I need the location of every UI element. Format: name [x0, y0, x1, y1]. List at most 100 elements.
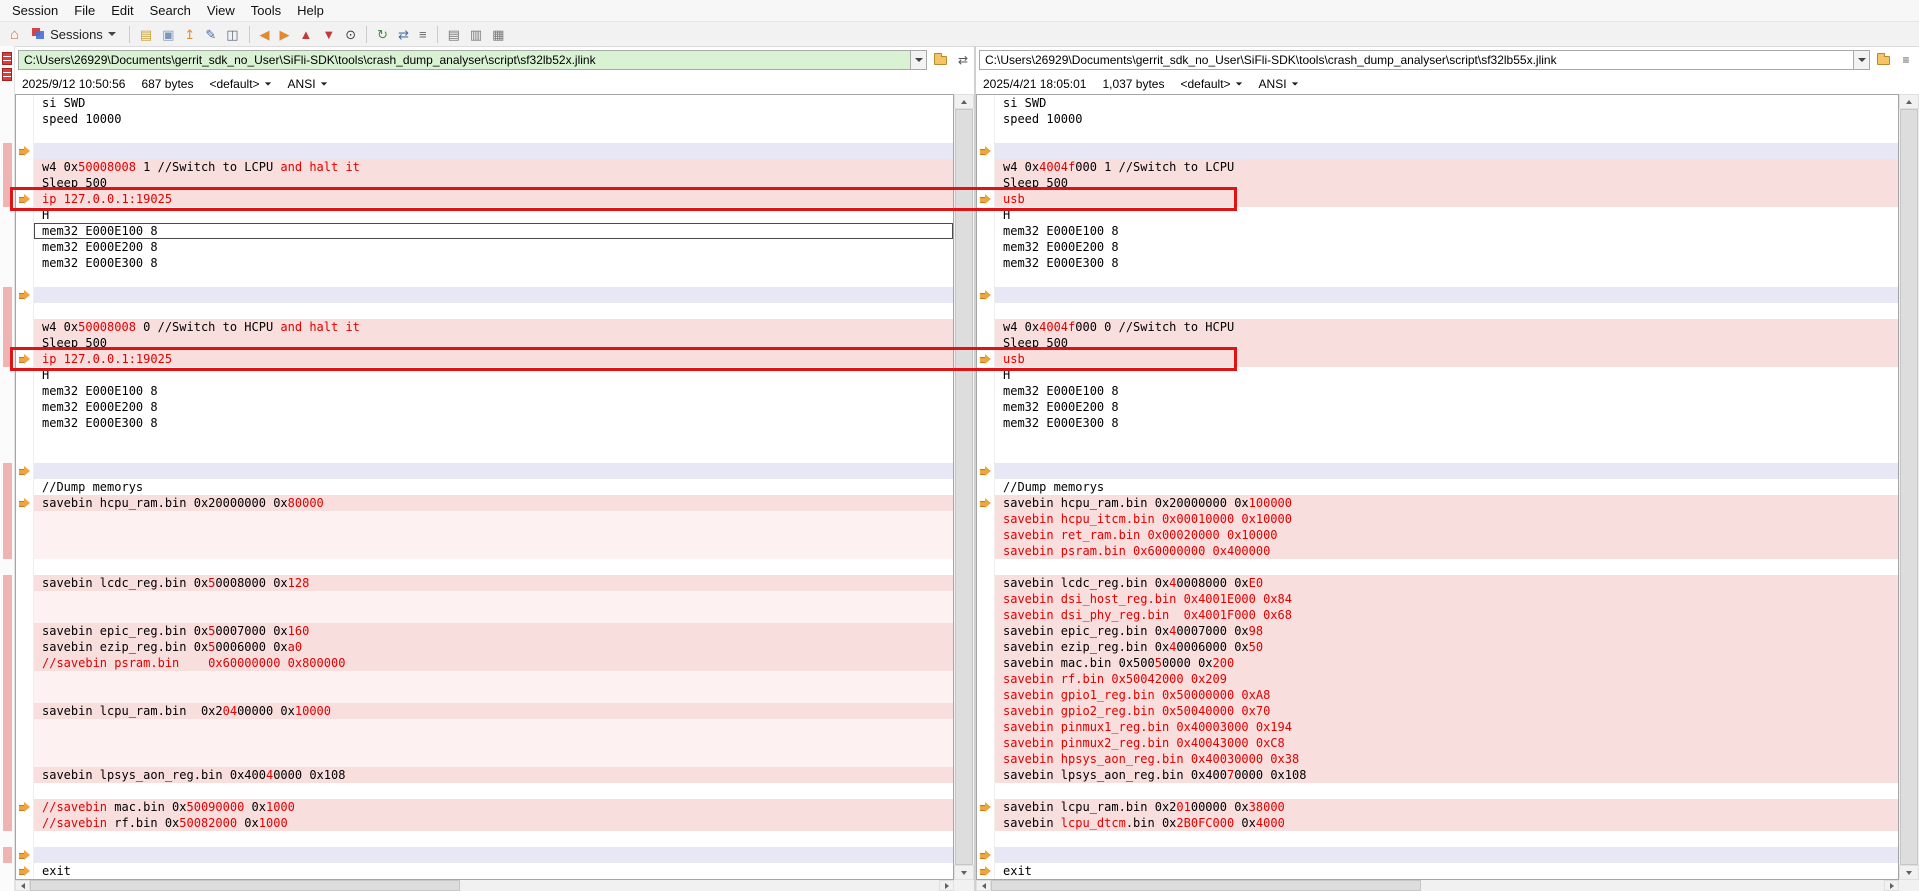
code-line[interactable]: mem32 E000E100 8: [34, 383, 953, 399]
left-swap-button[interactable]: ⇄: [953, 50, 973, 70]
refresh-button[interactable]: ↻: [372, 24, 393, 45]
code-line[interactable]: usb: [995, 351, 1898, 367]
menu-edit[interactable]: Edit: [103, 1, 141, 20]
code-line[interactable]: [34, 127, 953, 143]
code-line[interactable]: Sleep 500: [34, 335, 953, 351]
code-line[interactable]: si SWD: [995, 95, 1898, 111]
code-line[interactable]: savebin hcpu_ram.bin 0x20000000 0x100000: [995, 495, 1898, 511]
code-line[interactable]: [34, 847, 953, 863]
code-line[interactable]: savebin lcpu_ram.bin 0x20100000 0x38000: [995, 799, 1898, 815]
code-line[interactable]: [34, 831, 953, 847]
code-line[interactable]: [995, 303, 1898, 319]
right-path-input[interactable]: [979, 50, 1854, 70]
scrollbar-thumb[interactable]: [991, 880, 1421, 891]
code-line[interactable]: mem32 E000E100 8: [34, 223, 953, 239]
code-line[interactable]: w4 0x50008008 0 //Switch to HCPU and hal…: [34, 319, 953, 335]
code-line[interactable]: savebin dsi_host_reg.bin 0x4001E000 0x84: [995, 591, 1898, 607]
code-line[interactable]: [34, 447, 953, 463]
code-line[interactable]: [34, 783, 953, 799]
new-session-button[interactable]: ▣: [157, 24, 179, 45]
code-line[interactable]: w4 0x50008008 1 //Switch to LCPU and hal…: [34, 159, 953, 175]
code-line[interactable]: ip 127.0.0.1:19025: [34, 351, 953, 367]
code-line[interactable]: w4 0x4004f000 0 //Switch to HCPU: [995, 319, 1898, 335]
show-differences-button[interactable]: ▥: [465, 24, 487, 45]
code-line[interactable]: savebin ezip_reg.bin 0x40006000 0x50: [995, 639, 1898, 655]
code-line[interactable]: savebin lpsys_aon_reg.bin 0x40040000 0x1…: [34, 767, 953, 783]
code-line[interactable]: [34, 607, 953, 623]
swap-sides-button[interactable]: ⇄: [393, 24, 414, 45]
code-line[interactable]: H: [995, 207, 1898, 223]
next-difference-button[interactable]: ▼: [317, 24, 340, 45]
left-browse-button[interactable]: [930, 50, 950, 70]
scroll-left-button[interactable]: [976, 880, 991, 891]
code-line[interactable]: mem32 E000E300 8: [995, 415, 1898, 431]
scroll-up-button[interactable]: [1899, 94, 1919, 109]
right-browse-button[interactable]: [1873, 50, 1893, 70]
show-all-button[interactable]: ▤: [443, 24, 465, 45]
code-line[interactable]: savebin mac.bin 0x50050000 0x200: [995, 655, 1898, 671]
code-line[interactable]: [34, 751, 953, 767]
right-path-dropdown-button[interactable]: [1854, 50, 1870, 70]
code-line[interactable]: [995, 431, 1898, 447]
code-line[interactable]: mem32 E000E300 8: [995, 255, 1898, 271]
previous-difference-button[interactable]: ▲: [295, 24, 318, 45]
code-line[interactable]: mem32 E000E100 8: [995, 223, 1898, 239]
code-line[interactable]: savebin pinmux2_reg.bin 0x40043000 0xC8: [995, 735, 1898, 751]
code-line[interactable]: [34, 143, 953, 159]
code-line[interactable]: savebin gpio1_reg.bin 0x50000000 0xA8: [995, 687, 1898, 703]
code-line[interactable]: mem32 E000E200 8: [34, 239, 953, 255]
menu-help[interactable]: Help: [289, 1, 332, 20]
code-line[interactable]: savebin ezip_reg.bin 0x50006000 0xa0: [34, 639, 953, 655]
code-line[interactable]: savebin lcpu_dtcm.bin 0x2B0FC000 0x4000: [995, 815, 1898, 831]
left-encoding-dropdown[interactable]: ANSI: [288, 77, 328, 91]
code-line[interactable]: [34, 303, 953, 319]
code-line[interactable]: //Dump memorys: [34, 479, 953, 495]
edit-paths-button[interactable]: ✎: [200, 24, 221, 45]
code-line[interactable]: [995, 559, 1898, 575]
code-line[interactable]: mem32 E000E100 8: [995, 383, 1898, 399]
code-line[interactable]: [34, 671, 953, 687]
menu-file[interactable]: File: [66, 1, 103, 20]
scroll-left-button[interactable]: [15, 880, 30, 891]
code-line[interactable]: [995, 783, 1898, 799]
code-line[interactable]: H: [34, 367, 953, 383]
code-line[interactable]: usb: [995, 191, 1898, 207]
code-line[interactable]: savebin lpsys_aon_reg.bin 0x40070000 0x1…: [995, 767, 1898, 783]
code-line[interactable]: savebin lcpu_ram.bin 0x20400000 0x10000: [34, 703, 953, 719]
right-format-dropdown[interactable]: <default>: [1180, 77, 1242, 91]
scrollbar-thumb[interactable]: [1900, 109, 1918, 865]
left-text-area[interactable]: si SWDspeed 10000w4 0x50008008 1 //Switc…: [34, 95, 953, 879]
code-line[interactable]: //savebin rf.bin 0x50082000 0x1000: [34, 815, 953, 831]
code-line[interactable]: savebin lcdc_reg.bin 0x50008000 0x128: [34, 575, 953, 591]
code-line[interactable]: si SWD: [34, 95, 953, 111]
code-line[interactable]: [34, 287, 953, 303]
code-line[interactable]: //savebin psram.bin 0x60000000 0x800000: [34, 655, 953, 671]
code-line[interactable]: savebin dsi_phy_reg.bin 0x4001F000 0x68: [995, 607, 1898, 623]
code-line[interactable]: //Dump memorys: [995, 479, 1898, 495]
code-line[interactable]: Sleep 500: [34, 175, 953, 191]
code-line[interactable]: savebin lcdc_reg.bin 0x40008000 0xE0: [995, 575, 1898, 591]
code-line[interactable]: exit: [34, 863, 953, 879]
code-line[interactable]: savebin ret_ram.bin 0x00020000 0x10000: [995, 527, 1898, 543]
left-horizontal-scrollbar[interactable]: [15, 880, 954, 891]
code-line[interactable]: [34, 687, 953, 703]
code-line[interactable]: [34, 735, 953, 751]
scroll-up-button[interactable]: [954, 94, 974, 109]
code-line[interactable]: H: [34, 207, 953, 223]
code-line[interactable]: [34, 559, 953, 575]
save-session-button[interactable]: ◫: [221, 24, 243, 45]
left-path-input[interactable]: [18, 50, 911, 70]
code-line[interactable]: mem32 E000E300 8: [34, 415, 953, 431]
code-line[interactable]: ip 127.0.0.1:19025: [34, 191, 953, 207]
code-line[interactable]: [34, 511, 953, 527]
right-vertical-scrollbar[interactable]: [1899, 94, 1919, 880]
code-line[interactable]: [34, 719, 953, 735]
code-line[interactable]: [995, 463, 1898, 479]
diff-location-strip[interactable]: [0, 46, 15, 891]
menu-view[interactable]: View: [199, 1, 243, 20]
right-encoding-dropdown[interactable]: ANSI: [1259, 77, 1299, 91]
code-line[interactable]: exit: [995, 863, 1898, 879]
code-line[interactable]: [34, 463, 953, 479]
home-button[interactable]: ⌂: [5, 24, 24, 45]
scroll-right-button[interactable]: [1884, 880, 1899, 891]
